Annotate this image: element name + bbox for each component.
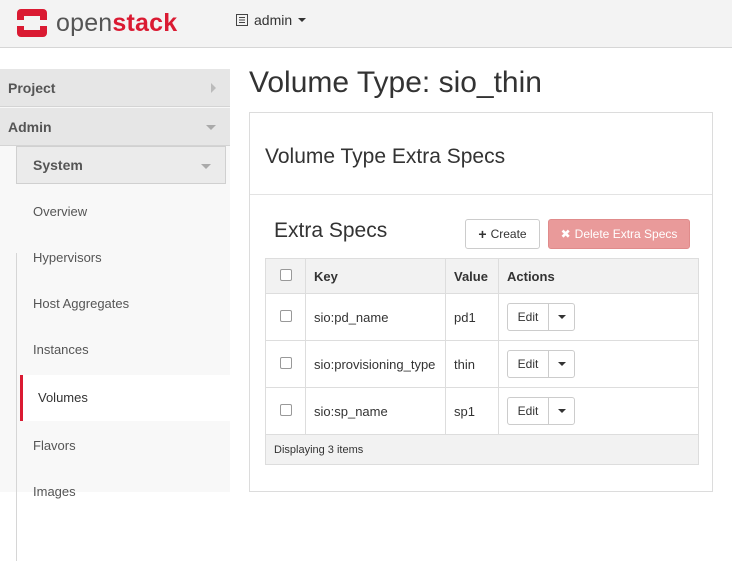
sidebar-item-instances[interactable]: Instances: [16, 327, 226, 373]
chevron-right-icon: [211, 83, 216, 93]
sidebar-item-label: Host Aggregates: [33, 296, 130, 311]
chevron-down-icon: [557, 409, 566, 413]
create-button[interactable]: + Create: [465, 219, 540, 249]
chevron-down-icon: [206, 125, 216, 130]
project-selector[interactable]: admin: [236, 12, 307, 28]
cell-value: thin: [445, 340, 499, 388]
openstack-logo-icon: [17, 9, 47, 37]
sidebar-dashboard-project[interactable]: Project: [0, 69, 230, 107]
page-title: Volume Type: sio_thin: [249, 66, 542, 99]
plus-icon: +: [478, 226, 487, 242]
edit-button[interactable]: Edit: [508, 351, 549, 377]
cell-actions: Edit: [498, 293, 699, 341]
extra-specs-table: Key Value Actions sio:pd_name pd1 Edit s…: [265, 258, 699, 465]
row-select-cell: [265, 293, 306, 341]
project-icon: [236, 14, 248, 26]
column-header-actions: Actions: [498, 258, 699, 294]
sidebar-item-label: Hypervisors: [33, 250, 102, 265]
sidebar-item-host-aggregates[interactable]: Host Aggregates: [16, 281, 226, 327]
chevron-down-icon: [201, 164, 211, 169]
delete-extra-specs-button[interactable]: ✖ Delete Extra Specs: [548, 219, 690, 249]
sidebar-system-label: System: [33, 157, 83, 173]
logo-text: openstack: [56, 9, 177, 38]
table-row: sio:sp_name sp1 Edit: [265, 387, 699, 435]
row-checkbox[interactable]: [280, 356, 292, 369]
panel-title: Volume Type Extra Specs: [265, 145, 506, 168]
extra-specs-panel: Volume Type Extra Specs Extra Specs + Cr…: [249, 112, 713, 492]
cell-actions: Edit: [498, 387, 699, 435]
row-checkbox[interactable]: [280, 403, 292, 416]
cell-value: sp1: [445, 387, 499, 435]
table-row: sio:pd_name pd1 Edit: [265, 293, 699, 341]
sidebar-item-volumes[interactable]: Volumes: [20, 375, 232, 421]
table-row: sio:provisioning_type thin Edit: [265, 340, 699, 388]
openstack-logo[interactable]: openstack: [16, 6, 177, 40]
top-navbar: openstack admin: [0, 0, 732, 48]
table-footer-row: Displaying 3 items: [265, 434, 699, 465]
sidebar-panel-system[interactable]: System: [16, 146, 226, 184]
row-actions-group: Edit: [507, 397, 575, 425]
chevron-down-icon: [557, 362, 566, 366]
row-select-cell: [265, 387, 306, 435]
cell-actions: Edit: [498, 340, 699, 388]
sidebar-item-overview[interactable]: Overview: [16, 189, 226, 235]
section-title: Extra Specs: [274, 219, 388, 242]
chevron-down-icon: [298, 18, 307, 22]
row-actions-group: Edit: [507, 350, 575, 378]
select-all-cell: [265, 258, 306, 294]
cell-key: sio:provisioning_type: [305, 340, 446, 388]
actions-dropdown-toggle[interactable]: [549, 351, 574, 377]
sidebar-dashboard-admin[interactable]: Admin: [0, 108, 230, 146]
create-button-label: Create: [490, 227, 527, 241]
edit-button[interactable]: Edit: [508, 304, 549, 330]
close-icon: ✖: [560, 227, 571, 241]
row-checkbox[interactable]: [280, 309, 292, 322]
sidebar-item-images[interactable]: Images: [16, 469, 226, 515]
table-footer-count: Displaying 3 items: [265, 434, 699, 465]
panel-header: Volume Type Extra Specs: [250, 113, 712, 195]
cell-key: sio:sp_name: [305, 387, 446, 435]
sidebar-item-label: Instances: [33, 342, 89, 357]
column-header-key[interactable]: Key: [305, 258, 446, 294]
cell-key: sio:pd_name: [305, 293, 446, 341]
project-label: admin: [254, 12, 293, 28]
sidebar-project-label: Project: [8, 80, 56, 96]
logo-text-bold: stack: [112, 8, 178, 37]
column-header-value[interactable]: Value: [445, 258, 499, 294]
row-actions-group: Edit: [507, 303, 575, 331]
cell-value: pd1: [445, 293, 499, 341]
sidebar-admin-label: Admin: [8, 119, 52, 135]
actions-dropdown-toggle[interactable]: [549, 304, 574, 330]
sidebar-item-label: Flavors: [33, 438, 76, 453]
table-header-row: Key Value Actions: [265, 258, 699, 294]
edit-button[interactable]: Edit: [508, 398, 549, 424]
row-select-cell: [265, 340, 306, 388]
sidebar-item-label: Volumes: [38, 390, 88, 405]
sidebar-item-hypervisors[interactable]: Hypervisors: [16, 235, 226, 281]
actions-dropdown-toggle[interactable]: [549, 398, 574, 424]
sidebar-item-label: Overview: [33, 204, 88, 219]
chevron-down-icon: [557, 315, 566, 319]
sidebar-item-flavors[interactable]: Flavors: [16, 423, 226, 469]
logo-text-light: open: [56, 8, 113, 37]
delete-button-label: Delete Extra Specs: [574, 227, 678, 241]
select-all-checkbox[interactable]: [280, 268, 292, 281]
